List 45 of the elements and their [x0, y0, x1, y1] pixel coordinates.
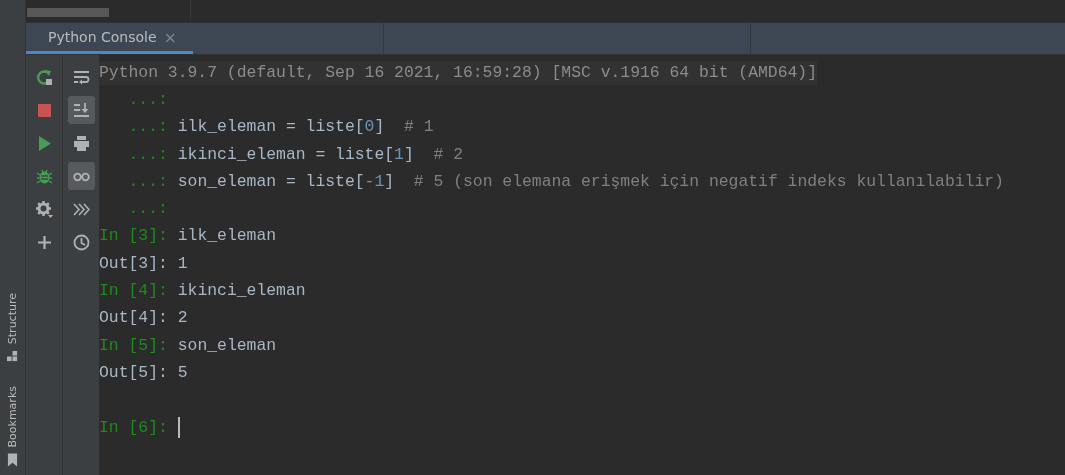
code-comment: # 5 (son elemana erişmek için negatif indeks kullanılabilir)	[413, 170, 1004, 193]
text-cursor	[177, 416, 180, 438]
scrollbar-thumb[interactable]	[27, 8, 109, 17]
bookmark-icon	[7, 453, 18, 467]
code-text: Out[4]: 2	[99, 307, 188, 330]
code-text: ]	[384, 170, 396, 193]
code-number: 1	[394, 143, 404, 166]
code-comment: # 2	[433, 143, 463, 166]
code-text: ikinci_eleman	[177, 280, 306, 303]
code-number: 0	[364, 116, 375, 139]
structure-icon	[7, 350, 18, 362]
bug-icon	[35, 167, 53, 185]
code-number: -1	[364, 170, 385, 193]
console-prompt: In [3]:	[99, 225, 169, 248]
bookmarks-button[interactable]: Bookmarks	[6, 379, 19, 473]
code-text: Out[3]: 1	[99, 252, 188, 275]
console-prompt: In [6]:	[99, 416, 169, 439]
scroll-to-end-button[interactable]	[67, 96, 95, 124]
version-banner: Python 3.9.7 (default, Sep 16 2021, 16:59:28) [MSC v.1916 64 bit (AMD64)]	[99, 61, 818, 85]
code-text: ilk_eleman	[177, 225, 277, 248]
console-prompt: In [5]:	[99, 334, 169, 357]
code-text: son_eleman = liste[	[177, 170, 365, 193]
plus-icon	[35, 233, 53, 251]
stop-icon	[35, 101, 53, 119]
console-prompt: ...:	[127, 89, 168, 111]
code-comment: # 1	[403, 116, 434, 139]
code-text: ]	[403, 143, 415, 166]
soft-wrap-icon	[72, 68, 90, 86]
console-prompt: ...:	[127, 143, 169, 166]
printer-icon	[72, 134, 90, 152]
console-prompt: ...:	[127, 116, 169, 139]
structure-button[interactable]: Structure	[6, 287, 19, 368]
code-text: ikinci_eleman = liste[	[177, 143, 395, 166]
console-prompt: ...:	[127, 170, 169, 193]
console-prompt: In [4]:	[99, 280, 169, 303]
code-text: Out[5]: 5	[99, 361, 188, 384]
glasses-button[interactable]	[67, 162, 95, 190]
code-text: ]	[374, 116, 386, 139]
gear-icon	[35, 200, 53, 218]
clock-icon	[72, 233, 90, 251]
rerun-icon	[35, 68, 53, 86]
code-text: ilk_eleman = liste[	[177, 116, 365, 139]
scroll-to-end-icon	[72, 101, 90, 119]
code-text: son_eleman	[177, 334, 277, 357]
console-prompt: ...:	[127, 198, 168, 221]
